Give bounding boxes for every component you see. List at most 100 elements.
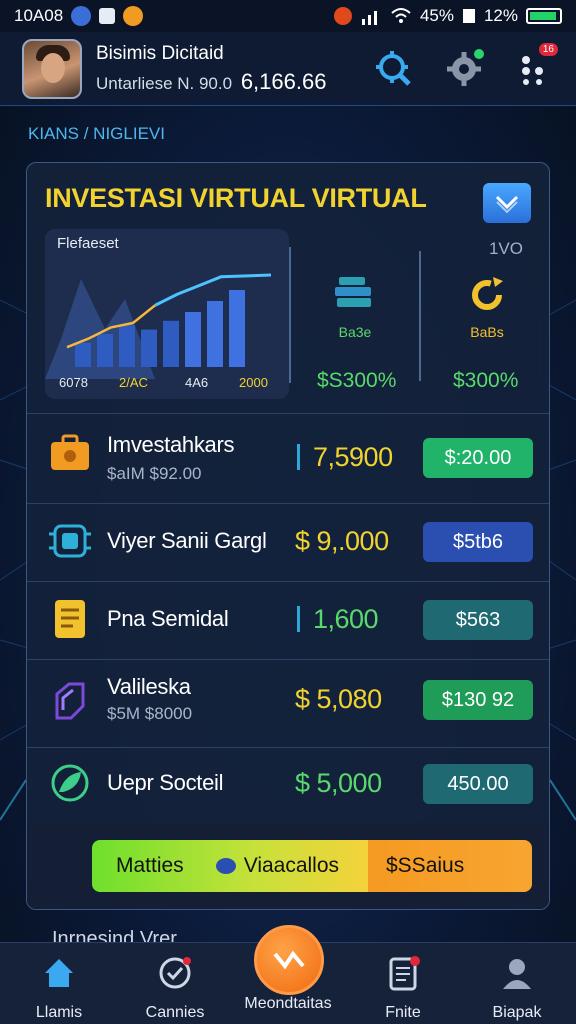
investment-name: Uepr Socteil	[107, 770, 224, 795]
investment-name: Imvestahkars	[107, 432, 235, 457]
nav-item-fnite[interactable]: Fnite	[348, 955, 458, 1022]
breadcrumb[interactable]: KIANS / NIGLIEVI	[28, 124, 165, 144]
settings-button[interactable]	[444, 48, 484, 89]
chart-tick-label: 4A6	[185, 375, 208, 390]
package-icon	[55, 682, 85, 720]
matties-button[interactable]: Matties Viaacallos	[92, 840, 368, 892]
briefcase-icon	[51, 434, 89, 470]
list-item[interactable]: Uepr Socteil $ 5,000 450.00	[27, 747, 549, 823]
investment-amount: $ 5,080	[295, 684, 382, 714]
header-subtitle: Untarliese N. 90.0	[96, 73, 233, 93]
document-icon	[55, 600, 85, 638]
investment-name: Viyer Sanii Gargl	[107, 528, 267, 553]
investment-action-button[interactable]: $130 92	[423, 680, 533, 720]
chart-line-blue	[154, 273, 272, 307]
nav-label: Biapak	[492, 1004, 542, 1021]
app-header: Bisimis Dicitaid Untarliese N. 90.0 6,16…	[0, 32, 576, 106]
app-icon	[123, 6, 144, 26]
avatar[interactable]	[22, 38, 82, 99]
investment-action-button[interactable]: $563	[423, 600, 533, 640]
cta-bar: Matties Viaacallos $SSaius	[92, 840, 532, 892]
investment-name: Valileska	[107, 674, 191, 699]
stat-caption: Ba3e	[338, 324, 372, 340]
nav-item-cannies[interactable]: Cannies	[120, 955, 230, 1022]
nav-item-profile[interactable]: Biapak	[462, 955, 572, 1022]
gear-refresh-icon	[472, 277, 503, 310]
chart-tick-label: 2000	[239, 375, 268, 390]
cta-left-label: Matties	[116, 854, 184, 877]
nav-item-center[interactable]	[254, 925, 324, 995]
status-time: 10A08	[14, 6, 64, 25]
battery-percent: 45%	[419, 6, 454, 25]
chart-bar	[229, 290, 245, 367]
nav-label: Cannies	[145, 1004, 205, 1021]
profile-icon	[503, 959, 531, 989]
list-item[interactable]: Viyer Sanii Gargl $ 9,.000 $5tb6	[27, 503, 549, 581]
investment-name: Pna Semidal	[107, 606, 229, 631]
clipboard-icon	[389, 956, 420, 991]
chart-bar	[97, 334, 113, 367]
investment-sub: $aIM $92.00	[107, 464, 202, 483]
status-button[interactable]: $SSaius	[368, 840, 532, 892]
leaf-icon	[51, 764, 89, 802]
investment-sub: $5M $8000	[107, 704, 193, 723]
chart-label: Flefaeset	[57, 235, 119, 252]
message-icon	[99, 8, 116, 24]
stat-item[interactable]: BaBs	[447, 271, 527, 340]
chart-bar	[207, 301, 223, 367]
investment-chart: 6078 2/AC 4A6 2000	[45, 273, 272, 390]
header-title: Bisimis Dicitaid	[96, 42, 224, 64]
investment-amount: 7,5900	[313, 442, 393, 472]
stat-top-right: 1VO	[488, 239, 523, 258]
nav-item-meondtaitas[interactable]: Meondtaitas	[233, 995, 343, 1013]
chevron-down-icon	[495, 195, 519, 213]
status-clock-right: 12%	[483, 6, 518, 25]
home-icon	[45, 959, 73, 987]
mute-icon	[462, 9, 475, 23]
notifications-button[interactable]: 16	[514, 42, 558, 89]
chart-panel[interactable]: 6078 2/AC 4A6 2000 Flefaeset	[45, 229, 289, 399]
investment-amount: $ 9,.000	[295, 526, 389, 556]
list-item[interactable]: Pna Semidal 1,600 $563	[27, 581, 549, 659]
list-item[interactable]: Imvestahkars $aIM $92.00 7,5900 $:20.00	[27, 413, 549, 503]
investment-action-button[interactable]: $:20.00	[423, 438, 533, 478]
alert-icon	[333, 7, 352, 25]
search-button[interactable]	[374, 49, 414, 89]
chart-tick-label: 2/AC	[119, 375, 148, 390]
stat-caption: BaBs	[470, 324, 504, 340]
investment-amount: $ 5,000	[295, 768, 382, 798]
list-item[interactable]: Valileska $5M $8000 $ 5,080 $130 92	[27, 659, 549, 747]
cta-middle-label: Viaacallos	[243, 854, 340, 877]
card-title: INVESTASI VIRTUAL VIRTUAL	[45, 183, 427, 213]
header-balance: 6,166.66	[240, 68, 327, 94]
bottom-nav: Llamis Cannies Meondtaitas Fnite Biapak	[0, 925, 576, 1024]
nav-label: Llamis	[35, 1004, 83, 1021]
stat-item[interactable]: Ba3e	[315, 271, 395, 340]
nav-label: Fnite	[385, 1004, 421, 1021]
divider	[289, 247, 291, 383]
chart-tick-label: 6078	[59, 375, 88, 390]
wifi-icon	[391, 8, 411, 23]
swap-icon	[273, 950, 305, 970]
collapse-button[interactable]	[483, 183, 531, 223]
divider	[419, 251, 421, 381]
stat-value: $300%	[453, 369, 519, 392]
row-divider	[297, 606, 300, 632]
app-notification-icon	[71, 6, 92, 26]
investment-action-button[interactable]: $5tb6	[423, 522, 533, 562]
chart-bar	[163, 320, 179, 367]
nav-label: Meondtaitas	[244, 995, 332, 1012]
cta-right-label: $SSaius	[386, 854, 465, 877]
signal-icon	[361, 11, 377, 25]
nav-item-home[interactable]: Llamis	[4, 955, 114, 1022]
search-gear-icon	[376, 50, 411, 86]
investment-card: INVESTASI VIRTUAL VIRTUAL 6078 2/AC 4A6 200…	[26, 162, 550, 910]
row-divider	[297, 444, 300, 470]
chart-bar	[141, 329, 157, 367]
notification-badge: 16	[538, 42, 558, 56]
investment-action-button[interactable]: 450.00	[423, 764, 533, 804]
coins-stack-icon	[335, 277, 371, 307]
chart-bar	[75, 342, 91, 367]
chart-bar	[185, 312, 201, 367]
investment-amount: 1,600	[313, 604, 379, 634]
